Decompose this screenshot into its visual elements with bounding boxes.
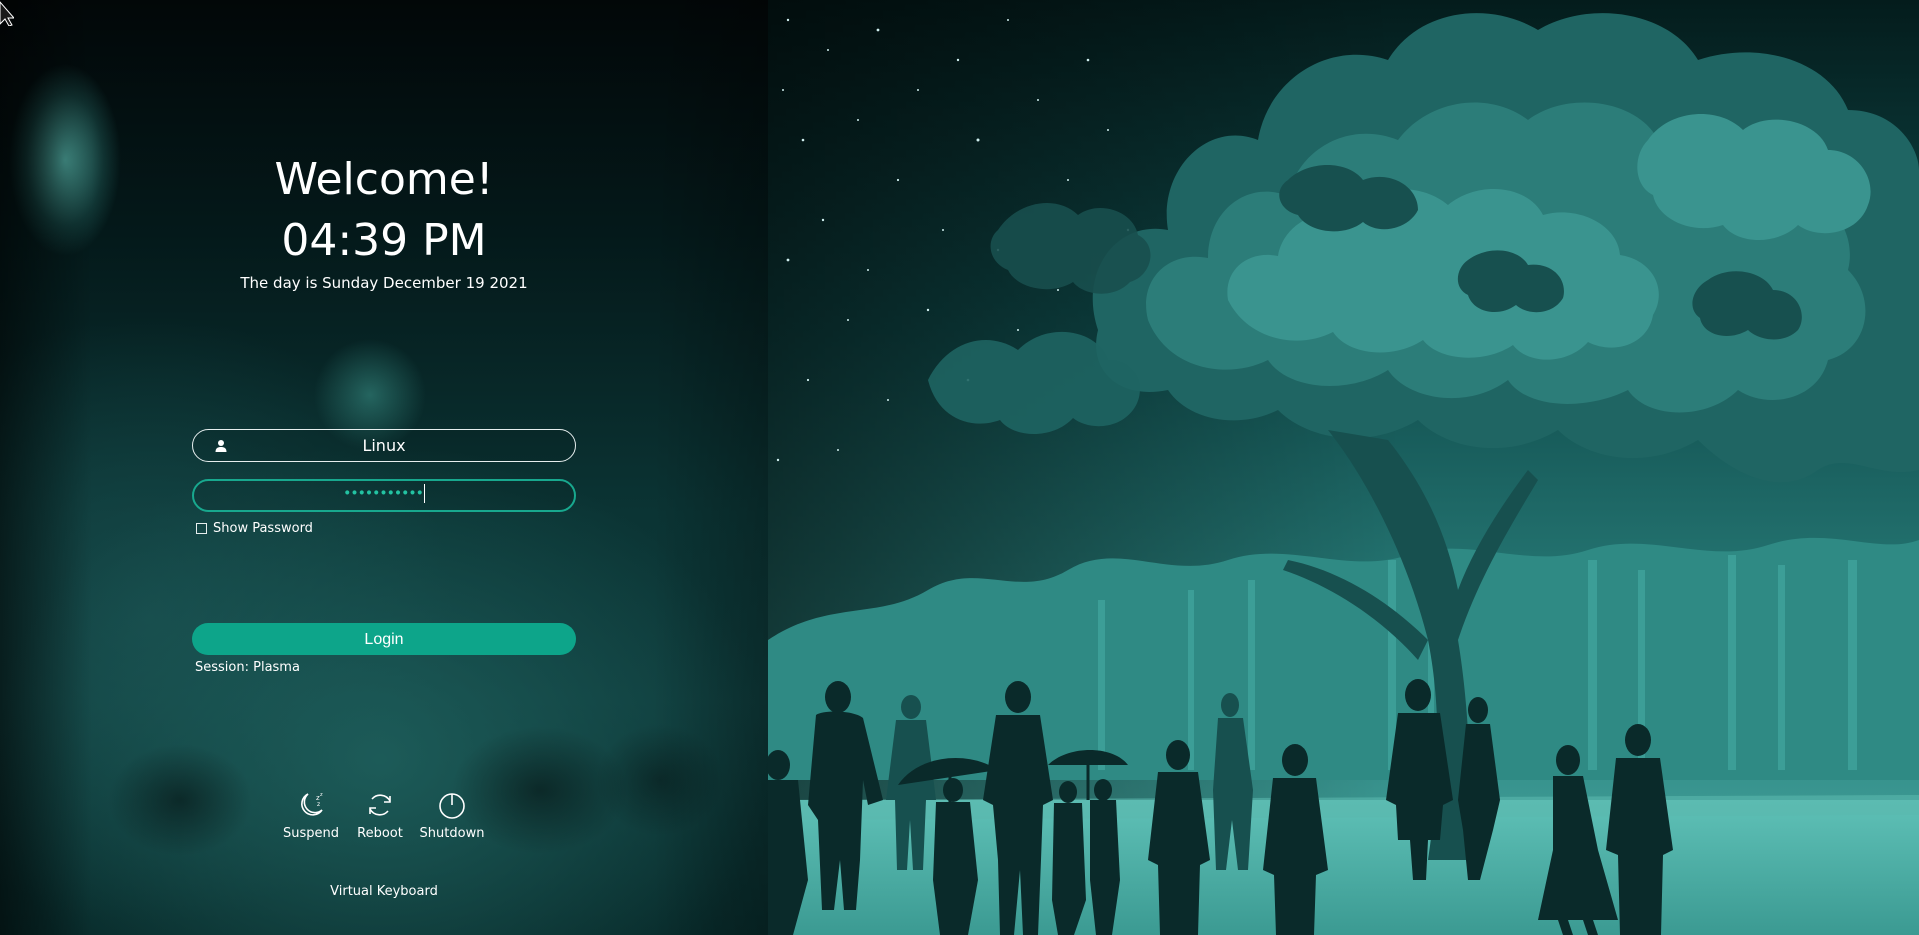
login-button[interactable]: Login	[192, 623, 576, 655]
show-password-label: Show Password	[213, 520, 313, 536]
virtual-keyboard-button[interactable]: Virtual Keyboard	[0, 884, 768, 899]
night-park-illustration	[768, 0, 1919, 935]
password-mask: •••••••••••	[343, 485, 424, 502]
power-icon	[439, 793, 465, 819]
reboot-button[interactable]: Reboot	[340, 790, 420, 841]
suspend-button[interactable]: z z z Suspend	[271, 790, 351, 841]
clock: 04:39 PM	[281, 215, 487, 266]
welcome-heading: Welcome!	[274, 154, 494, 205]
login-panel: Welcome! 04:39 PM The day is Sunday Dece…	[0, 0, 768, 935]
virtual-keyboard-label: Virtual Keyboard	[330, 884, 438, 899]
text-caret	[423, 484, 425, 503]
password-field[interactable]: •••••••••••	[192, 479, 576, 512]
shutdown-button[interactable]: Shutdown	[412, 790, 492, 841]
reboot-icon	[369, 794, 391, 816]
wallpaper-illustration	[768, 0, 1919, 935]
moon-sleep-icon: z z z	[301, 792, 323, 816]
show-password-toggle[interactable]: Show Password	[196, 520, 313, 536]
shutdown-label: Shutdown	[419, 826, 485, 841]
show-password-checkbox[interactable]	[196, 522, 207, 534]
username-value: Linux	[362, 436, 406, 455]
suspend-label: Suspend	[282, 826, 339, 841]
mouse-cursor-icon	[0, 1, 14, 26]
username-field[interactable]: Linux	[192, 429, 576, 462]
reboot-label: Reboot	[357, 826, 403, 841]
svg-text:z: z	[320, 792, 323, 798]
svg-text:z: z	[317, 801, 320, 808]
date-label: The day is Sunday December 19 2021	[240, 274, 528, 292]
login-screen: Welcome! 04:39 PM The day is Sunday Dece…	[0, 0, 1919, 935]
session-selector[interactable]: Session: Plasma	[195, 660, 300, 675]
